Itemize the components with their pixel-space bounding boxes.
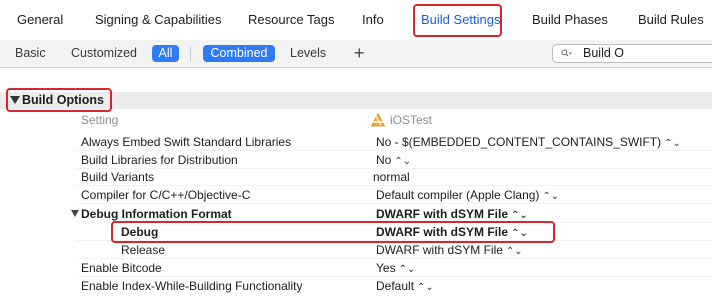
setting-value-text: Default compiler (Apple Clang) xyxy=(376,188,540,202)
setting-row[interactable]: Build Variants normal xyxy=(0,168,712,186)
tab-build-rules[interactable]: Build Rules xyxy=(638,0,704,40)
app-target-icon xyxy=(370,113,386,127)
setting-value-text: DWARF with dSYM File xyxy=(376,243,503,257)
filter-separator xyxy=(190,47,191,61)
filter-combined[interactable]: Combined xyxy=(203,45,275,62)
setting-row[interactable]: Build Libraries for Distribution No ⌃⌄ xyxy=(0,151,712,169)
tab-build-settings[interactable]: Build Settings xyxy=(421,0,501,40)
tab-info[interactable]: Info xyxy=(362,0,384,40)
setting-value[interactable]: normal xyxy=(373,168,410,186)
setting-name: Enable Bitcode xyxy=(81,261,162,275)
add-setting-button[interactable]: + xyxy=(354,42,365,64)
setting-name: Debug xyxy=(121,225,159,239)
setting-column-header: Setting xyxy=(81,113,119,127)
setting-name: Compiler for C/C++/Objective-C xyxy=(81,188,251,202)
stepper-icon[interactable]: ⌃⌄ xyxy=(394,156,411,167)
tab-signing-capabilities[interactable]: Signing & Capabilities xyxy=(95,0,221,40)
row-divider xyxy=(75,203,712,204)
disclosure-triangle-icon[interactable] xyxy=(71,210,79,217)
setting-row-debug[interactable]: Debug DWARF with dSYM File ⌃⌄ xyxy=(0,223,712,241)
setting-value-text: normal xyxy=(373,170,410,184)
build-options-section[interactable]: Build Options xyxy=(0,92,712,109)
setting-row-release[interactable]: Release DWARF with dSYM File ⌃⌄ xyxy=(0,241,712,259)
setting-row[interactable]: Enable Index-While-Building Functionalit… xyxy=(0,277,712,295)
setting-name: Release xyxy=(121,243,166,257)
magnifier-dropdown-icon[interactable] xyxy=(561,47,573,59)
setting-row-expandable[interactable]: Debug Information Format DWARF with dSYM… xyxy=(0,205,712,223)
target-column-header: iOSTest xyxy=(390,113,433,127)
filter-levels[interactable]: Levels xyxy=(290,45,326,62)
setting-value-text: Yes xyxy=(376,261,396,275)
tab-general[interactable]: General xyxy=(17,0,63,40)
setting-value[interactable]: Default ⌃⌄ xyxy=(376,277,434,297)
filter-all[interactable]: All xyxy=(152,45,179,62)
filter-bar: Basic Customized All Combined Levels + B… xyxy=(0,40,712,68)
stepper-icon[interactable]: ⌃⌄ xyxy=(664,138,681,149)
setting-value-text: No - $(EMBEDDED_CONTENT_CONTAINS_SWIFT) xyxy=(376,135,662,149)
setting-name: Build Libraries for Distribution xyxy=(81,153,238,167)
setting-name: Enable Index-While-Building Functionalit… xyxy=(81,279,303,293)
setting-row[interactable]: Enable Bitcode Yes ⌃⌄ xyxy=(0,259,712,277)
tab-resource-tags[interactable]: Resource Tags xyxy=(248,0,334,40)
setting-name: Build Variants xyxy=(81,170,155,184)
stepper-icon[interactable]: ⌃⌄ xyxy=(542,191,559,202)
tab-build-phases[interactable]: Build Phases xyxy=(532,0,608,40)
section-title: Build Options xyxy=(22,93,104,107)
stepper-icon[interactable]: ⌃⌄ xyxy=(399,264,416,275)
setting-name: Debug Information Format xyxy=(81,207,232,221)
setting-row[interactable]: Compiler for C/C++/Objective-C Default c… xyxy=(0,186,712,204)
filter-basic[interactable]: Basic xyxy=(15,45,46,62)
stepper-icon[interactable]: ⌃⌄ xyxy=(506,246,523,257)
setting-value-text: DWARF with dSYM File xyxy=(376,207,508,221)
setting-value-text: Default xyxy=(376,279,415,293)
setting-value-text: DWARF with dSYM File xyxy=(376,225,508,239)
setting-row[interactable]: Always Embed Swift Standard Libraries No… xyxy=(0,133,712,151)
setting-value-text: No xyxy=(376,153,392,167)
stepper-icon[interactable]: ⌃⌄ xyxy=(511,210,528,221)
stepper-icon[interactable]: ⌃⌄ xyxy=(417,282,434,293)
column-header-row: Setting iOSTest xyxy=(0,111,712,129)
stepper-icon[interactable]: ⌃⌄ xyxy=(511,228,528,239)
filter-customized[interactable]: Customized xyxy=(71,45,137,62)
setting-name: Always Embed Swift Standard Libraries xyxy=(81,135,292,149)
editor-tab-bar: General Signing & Capabilities Resource … xyxy=(0,0,712,41)
disclosure-triangle-icon[interactable] xyxy=(10,96,20,104)
search-field[interactable]: Build O xyxy=(552,44,712,63)
search-input[interactable]: Build O xyxy=(583,45,624,62)
